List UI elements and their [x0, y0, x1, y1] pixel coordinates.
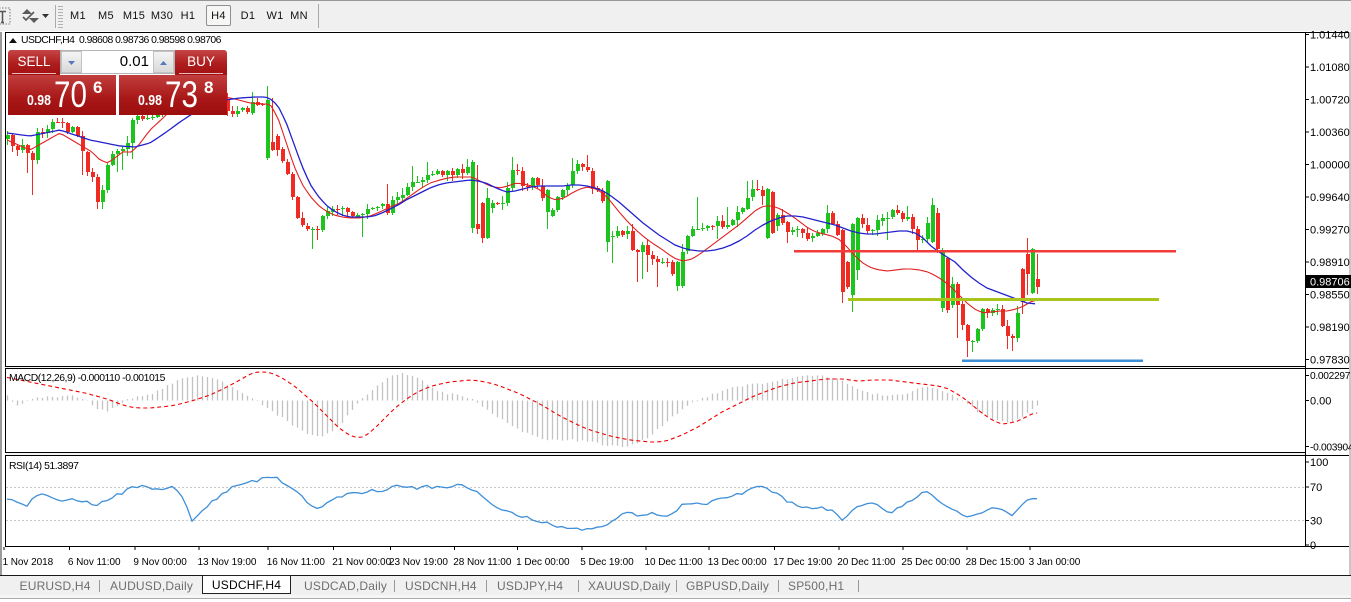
svg-text:0: 0 — [1310, 540, 1316, 552]
svg-text:0.98910: 0.98910 — [1310, 257, 1350, 269]
svg-text:16 Nov 11:00: 16 Nov 11:00 — [267, 557, 326, 568]
svg-text:70: 70 — [1310, 482, 1322, 494]
svg-text:9 Nov 00:00: 9 Nov 00:00 — [133, 557, 187, 568]
svg-text:17 Dec 19:00: 17 Dec 19:00 — [773, 557, 832, 568]
svg-text:30: 30 — [1310, 515, 1322, 527]
svg-text:1.00720: 1.00720 — [1310, 94, 1350, 106]
svg-text:0.97830: 0.97830 — [1310, 354, 1350, 366]
svg-text:13 Nov 19:00: 13 Nov 19:00 — [198, 557, 257, 568]
svg-text:0.98706: 0.98706 — [1310, 277, 1350, 289]
svg-text:13 Dec 00:00: 13 Dec 00:00 — [708, 557, 767, 568]
svg-text:1.01440: 1.01440 — [1310, 29, 1350, 41]
svg-text:-0.003904: -0.003904 — [1310, 442, 1351, 453]
svg-text:0.99640: 0.99640 — [1310, 192, 1350, 204]
svg-text:1 Dec 00:00: 1 Dec 00:00 — [516, 557, 570, 568]
svg-text:0.00: 0.00 — [1310, 395, 1331, 407]
svg-text:20 Dec 11:00: 20 Dec 11:00 — [837, 557, 896, 568]
svg-text:RSI(14) 51.3897: RSI(14) 51.3897 — [9, 461, 79, 472]
svg-text:1.00000: 1.00000 — [1310, 159, 1350, 171]
svg-text:21 Nov 00:00: 21 Nov 00:00 — [332, 557, 391, 568]
svg-text:0.99270: 0.99270 — [1310, 224, 1350, 236]
svg-text:3 Jan 00:00: 3 Jan 00:00 — [1029, 557, 1081, 568]
svg-text:1.00360: 1.00360 — [1310, 127, 1350, 139]
svg-text:0.98190: 0.98190 — [1310, 322, 1350, 334]
svg-text:23 Nov 19:00: 23 Nov 19:00 — [389, 557, 448, 568]
svg-text:USDCHF,H4 0.98608 0.98736 0.9: USDCHF,H4 0.98608 0.98736 0.98598 0.9870… — [21, 35, 222, 46]
svg-text:5 Dec 19:00: 5 Dec 19:00 — [580, 557, 634, 568]
svg-text:0.98550: 0.98550 — [1310, 289, 1350, 301]
svg-text:6 Nov 11:00: 6 Nov 11:00 — [68, 557, 121, 568]
svg-text:0.002297: 0.002297 — [1310, 371, 1351, 382]
svg-text:28 Dec 15:00: 28 Dec 15:00 — [966, 557, 1025, 568]
svg-text:28 Nov 11:00: 28 Nov 11:00 — [453, 557, 512, 568]
svg-text:25 Dec 00:00: 25 Dec 00:00 — [901, 557, 960, 568]
svg-text:1 Nov 2018: 1 Nov 2018 — [3, 557, 54, 568]
svg-text:10 Dec 11:00: 10 Dec 11:00 — [645, 557, 704, 568]
svg-text:1.01080: 1.01080 — [1310, 62, 1350, 74]
svg-text:MACD(12,26,9) -0.000110 -0.001: MACD(12,26,9) -0.000110 -0.001015 — [9, 373, 166, 384]
svg-text:100: 100 — [1310, 457, 1328, 469]
